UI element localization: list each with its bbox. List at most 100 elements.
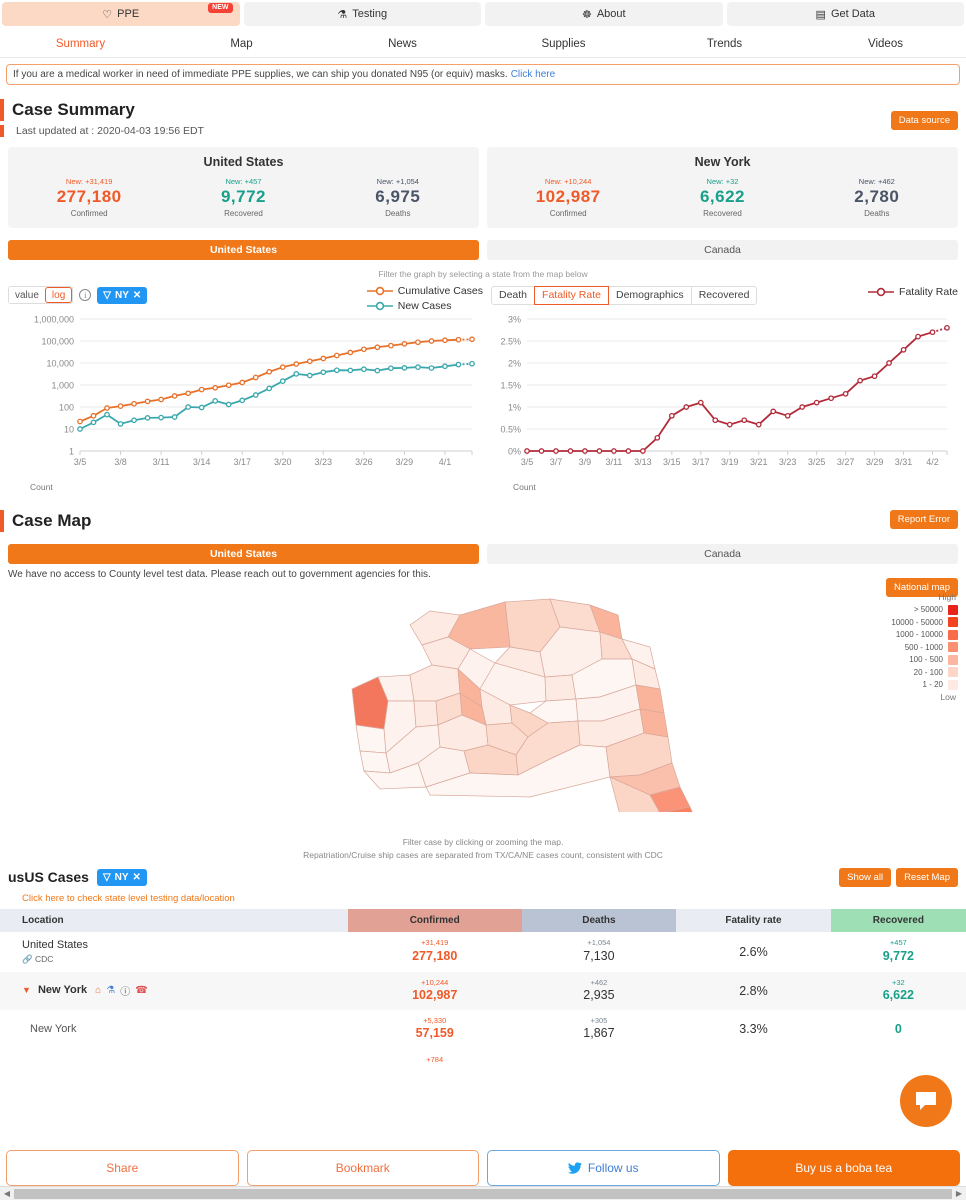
row-source[interactable]: 🔗 CDC (22, 954, 344, 965)
footer-actions: Share Bookmark Follow us Buy us a boba t… (0, 1150, 966, 1186)
heart-icon: ♡ (102, 8, 113, 21)
metric-tab-fatality-rate[interactable]: Fatality Rate (534, 285, 609, 305)
column-header-recovered[interactable]: Recovered (830, 908, 966, 932)
scroll-left-arrow[interactable]: ◀ (0, 1189, 14, 1198)
map-legend-row: 10000 - 50000 (853, 617, 958, 628)
country-btn-us-map[interactable]: United States (8, 544, 479, 565)
top-tab-getdata-label: Get Data (830, 8, 875, 20)
top-tab-ppe-label: PPE (117, 8, 140, 20)
svg-text:3/25: 3/25 (808, 457, 826, 467)
new-york-state-map[interactable] (0, 582, 966, 886)
follow-us-button[interactable]: Follow us (487, 1150, 720, 1186)
share-button[interactable]: Share (6, 1150, 239, 1186)
row-confirmed-delta: +5,330 (423, 1016, 447, 1026)
fatality-rate-chart[interactable]: 3% 2.5% 2% 1.5% 1% 0.5% 0% 3/5 3/7 3/9 3/11 3/13 3/1… (491, 311, 958, 481)
country-btn-canada-map[interactable]: Canada (487, 544, 958, 565)
data-source-button[interactable]: Data source (890, 111, 958, 130)
column-header-fatality-rate[interactable]: Fatality rate (676, 908, 831, 932)
top-tab-testing[interactable]: ⚗ Testing (243, 2, 481, 26)
map-legend-row: 20 - 100 (853, 667, 958, 678)
home-icon[interactable]: ⌂ (95, 985, 101, 996)
svg-text:3/15: 3/15 (663, 457, 681, 467)
subnav-item-summary[interactable]: Summary (0, 38, 161, 50)
caret-down-icon[interactable]: ▼ (22, 985, 31, 995)
svg-text:4/1: 4/1 (439, 457, 452, 467)
scale-option-value[interactable]: value (9, 287, 45, 304)
chat-glyph (916, 1092, 936, 1110)
map-legend-low-label: Low (940, 692, 956, 703)
legend-item-cumulative[interactable]: Cumulative Cases (366, 285, 483, 297)
show-all-button[interactable]: Show all (839, 867, 892, 887)
top-tab-ppe[interactable]: ♡ PPE NEW (2, 2, 240, 26)
metric-tab-demographics[interactable]: Demographics (607, 285, 692, 305)
summary-cards: United States New: +31,419 277,180 Confi… (0, 137, 966, 229)
subnav-item-supplies[interactable]: Supplies (483, 38, 644, 50)
subnav-item-news[interactable]: News (322, 38, 483, 50)
stat-ny-deaths-value: 2,780 (854, 187, 900, 207)
info-icon[interactable]: i (79, 289, 92, 302)
svg-text:3/7: 3/7 (550, 457, 563, 467)
scroll-right-arrow[interactable]: ▶ (952, 1189, 966, 1198)
column-header-location[interactable]: Location (0, 908, 348, 932)
row-fatality-cell: 2.6% (676, 932, 831, 972)
case-map-title: Case Map (0, 510, 958, 533)
table-row[interactable]: ▼ New York ⌂ ⚗ ⓘ ☎ +10,244 102,987 +462 … (0, 971, 966, 1011)
state-filter-chip-ny[interactable]: ▽ NY ✕ (97, 286, 148, 304)
subnav-item-videos[interactable]: Videos (805, 38, 966, 50)
row-confirmed-value: 102,987 (412, 987, 458, 1002)
state-testing-link[interactable]: Click here to check state level testing … (0, 887, 966, 909)
subnav-item-map[interactable]: Map (161, 38, 322, 50)
metric-tab-recovered[interactable]: Recovered (690, 285, 758, 305)
report-error-button[interactable]: Report Error (889, 510, 958, 530)
top-tab-getdata[interactable]: ▤ Get Data (726, 2, 964, 26)
table-filter-chip-ny[interactable]: ▽ NY ✕ (96, 868, 147, 886)
row-fatality-value: 2.6% (739, 944, 768, 959)
table-row-partial[interactable]: +784 (0, 1049, 966, 1071)
flask-icon[interactable]: ⚗ (106, 985, 115, 996)
svg-text:3/23: 3/23 (779, 457, 797, 467)
phone-icon[interactable]: ☎ (135, 985, 147, 996)
chat-bubble-icon[interactable] (900, 1075, 952, 1127)
row-location-cell: United States 🔗 CDC (0, 932, 348, 972)
country-btn-us-charts[interactable]: United States (8, 240, 479, 261)
top-tab-about-label: About (596, 8, 626, 20)
country-btn-canada-charts[interactable]: Canada (487, 240, 958, 261)
stat-us-recovered: New: +457 9,772 Recovered (166, 177, 320, 218)
svg-text:100: 100 (59, 403, 74, 413)
cumulative-cases-chart[interactable]: 1,000,000 100,000 10,000 1,000 100 10 1 3/5 3/8 3… (8, 311, 483, 481)
row-confirmed-cell: +10,244 102,987 (347, 971, 522, 1011)
row-fatality-cell (676, 1049, 831, 1071)
us-cases-header: usUS Cases ▽ NY ✕ Show all Reset Map (0, 862, 966, 887)
row-confirmed-cell: +784 (348, 1049, 522, 1071)
reset-map-button[interactable]: Reset Map (896, 867, 958, 887)
horizontal-scrollbar[interactable]: ◀ ▶ (0, 1186, 966, 1200)
map-legend-swatch (948, 654, 958, 665)
ppe-banner-link[interactable]: Click here (511, 69, 555, 80)
column-header-deaths[interactable]: Deaths (521, 908, 677, 932)
cumulative-cases-svg: 1,000,000 100,000 10,000 1,000 100 10 13/5 3/8 3… (34, 315, 475, 467)
subnav-item-trends[interactable]: Trends (644, 38, 805, 50)
scale-option-log[interactable]: log (44, 287, 73, 304)
bookmark-button[interactable]: Bookmark (246, 1150, 479, 1186)
close-icon[interactable]: ✕ (133, 872, 141, 883)
close-icon[interactable]: ✕ (133, 290, 141, 301)
svg-text:3/19: 3/19 (721, 457, 739, 467)
buy-boba-tea-button[interactable]: Buy us a boba tea (727, 1150, 960, 1186)
legend-item-fatality[interactable]: Fatality Rate (868, 286, 958, 298)
scale-toggle[interactable]: value log (8, 286, 74, 305)
row-recovered-value: 6,622 (882, 987, 914, 1002)
scrollbar-thumb[interactable] (14, 1188, 952, 1199)
top-tab-about[interactable]: ☸ About (485, 2, 723, 26)
svg-text:3/17: 3/17 (233, 457, 251, 467)
row-deaths-delta: +1,054 (587, 938, 611, 948)
table-row[interactable]: New York +5,330 57,159 +305 1,867 3.3% 0 (0, 1010, 966, 1049)
info-icon[interactable]: ⓘ (120, 983, 130, 998)
column-header-confirmed[interactable]: Confirmed (347, 908, 522, 932)
row-recovered-value: 0 (894, 1022, 902, 1037)
table-row[interactable]: United States 🔗 CDC +31,419 277,180 +1,0… (0, 932, 966, 972)
filter-icon: ▽ (103, 289, 111, 301)
metric-tab-death[interactable]: Death (491, 285, 536, 305)
svg-text:3/11: 3/11 (605, 457, 622, 467)
left-chart-axis-caption: Count (30, 482, 53, 493)
choropleth-map[interactable]: High > 50000 10000 - 50000 1000 - 10000 … (0, 582, 966, 886)
